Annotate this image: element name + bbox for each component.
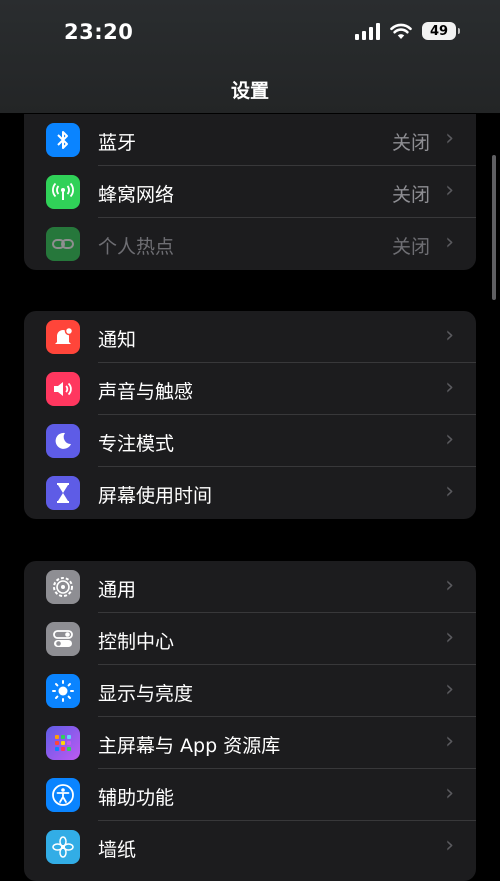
gear-icon: [46, 570, 80, 604]
app-grid-icon: [46, 726, 80, 760]
speaker-icon: [46, 372, 80, 406]
brightness-icon: [46, 674, 80, 708]
row-label: 屏幕使用时间: [98, 485, 213, 507]
moon-icon: [46, 424, 80, 458]
navigation-header: 23:20 49 设置: [0, 0, 500, 113]
settings-group-general: 通用 › 控制中心 › 显示与亮度 › 主屏幕与 App 资源库 › 辅助功能 …: [24, 561, 476, 881]
settings-row-hotspot[interactable]: 个人热点 关闭 ›: [24, 218, 476, 270]
settings-row-sounds[interactable]: 声音与触感 ›: [24, 363, 476, 415]
settings-row-general[interactable]: 通用 ›: [24, 561, 476, 613]
battery-indicator: 49: [422, 22, 460, 40]
row-label: 墙纸: [98, 839, 137, 861]
chevron-right-icon: ›: [445, 677, 454, 702]
row-label: 个人热点: [98, 236, 175, 258]
hotspot-icon: [46, 227, 80, 261]
chevron-right-icon: ›: [445, 427, 454, 452]
settings-group-connectivity: 蓝牙 关闭 › 蜂窝网络 关闭 › 个人热点 关闭 ›: [24, 114, 476, 270]
cellular-signal-icon: [355, 22, 380, 40]
settings-group-notifications: 通知 › 声音与触感 › 专注模式 › 屏幕使用时间 ›: [24, 311, 476, 519]
settings-row-home-screen[interactable]: 主屏幕与 App 资源库 ›: [24, 717, 476, 769]
wifi-icon: [390, 23, 412, 39]
row-label: 声音与触感: [98, 381, 194, 403]
chevron-right-icon: ›: [445, 625, 454, 650]
settings-row-screen-time[interactable]: 屏幕使用时间 ›: [24, 467, 476, 519]
cellular-icon: [46, 175, 80, 209]
chevron-right-icon: ›: [445, 323, 454, 348]
row-label: 专注模式: [98, 433, 175, 455]
toggles-icon: [46, 622, 80, 656]
settings-row-notifications[interactable]: 通知 ›: [24, 311, 476, 363]
row-label: 蜂窝网络: [98, 184, 175, 206]
row-label: 通用: [98, 579, 137, 601]
row-label: 主屏幕与 App 资源库: [98, 735, 281, 757]
wallpaper-flower-icon: [46, 830, 80, 864]
bluetooth-icon: [46, 123, 80, 157]
row-value: 关闭: [391, 184, 430, 206]
chevron-right-icon: ›: [445, 479, 454, 504]
row-label: 通知: [98, 329, 137, 351]
accessibility-icon: [46, 778, 80, 812]
row-label: 辅助功能: [98, 787, 175, 809]
settings-row-control-center[interactable]: 控制中心 ›: [24, 613, 476, 665]
settings-row-focus[interactable]: 专注模式 ›: [24, 415, 476, 467]
chevron-right-icon: ›: [445, 178, 454, 203]
notification-bell-icon: [46, 320, 80, 354]
page-title: 设置: [230, 80, 269, 102]
chevron-right-icon: ›: [445, 573, 454, 598]
row-label: 显示与亮度: [98, 683, 194, 705]
scrollbar[interactable]: [492, 155, 496, 300]
hourglass-icon: [46, 476, 80, 510]
row-value: 关闭: [391, 236, 430, 258]
status-time: 23:20: [64, 20, 134, 44]
row-label: 控制中心: [98, 631, 175, 653]
settings-row-cellular[interactable]: 蜂窝网络 关闭 ›: [24, 166, 476, 218]
row-label: 蓝牙: [98, 132, 137, 154]
chevron-right-icon: ›: [445, 781, 454, 806]
chevron-right-icon: ›: [445, 375, 454, 400]
settings-row-wallpaper[interactable]: 墙纸 ›: [24, 821, 476, 873]
settings-row-accessibility[interactable]: 辅助功能 ›: [24, 769, 476, 821]
status-icons: 49: [355, 22, 460, 40]
settings-row-bluetooth[interactable]: 蓝牙 关闭 ›: [24, 114, 476, 166]
chevron-right-icon: ›: [445, 729, 454, 754]
row-value: 关闭: [391, 132, 430, 154]
chevron-right-icon: ›: [445, 126, 454, 151]
chevron-right-icon: ›: [445, 230, 454, 255]
chevron-right-icon: ›: [445, 833, 454, 858]
settings-row-display[interactable]: 显示与亮度 ›: [24, 665, 476, 717]
